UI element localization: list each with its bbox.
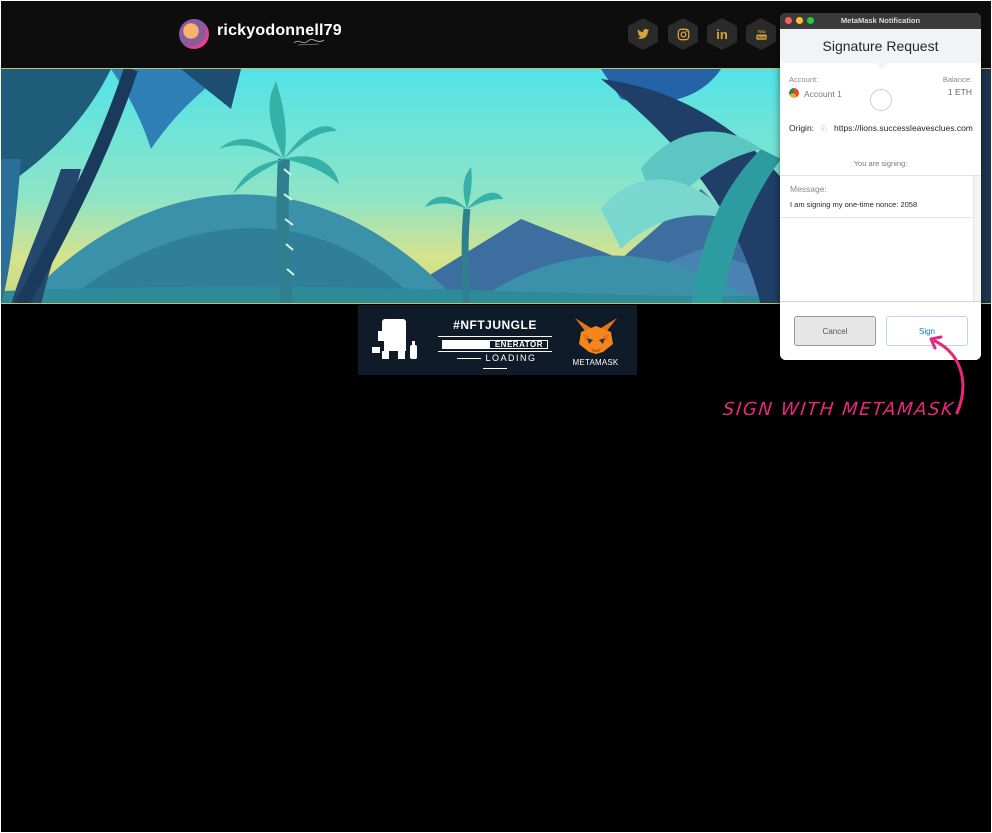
- loading-spinner-icon: [870, 89, 892, 111]
- cancel-button[interactable]: Cancel: [794, 316, 876, 346]
- twitter-icon[interactable]: [628, 18, 658, 50]
- annotation-caption: SIGN WITH METAMASK: [721, 399, 956, 420]
- origin-label: Origin:: [789, 123, 815, 133]
- progress-bar: ENERATOR: [442, 340, 548, 349]
- message-text: I am signing my one-time nonce: 2058: [790, 200, 918, 209]
- metamask-fox-icon: [575, 318, 617, 354]
- linkedin-glyph: in: [716, 26, 728, 42]
- progress-bar-text: ENERATOR: [494, 340, 543, 349]
- message-label: Message:: [790, 184, 827, 194]
- instagram-icon[interactable]: [668, 18, 698, 50]
- linkedin-icon[interactable]: in: [707, 18, 737, 50]
- page: rickyodonnell79 in You Tube #NFTJUNGLE E…: [1, 1, 991, 832]
- balance-label: Balance:: [942, 75, 972, 84]
- signing-label: You are signing:: [853, 159, 908, 168]
- robot-icon: [372, 319, 417, 359]
- window-titlebar: MetaMask Notification: [780, 13, 981, 29]
- nft-loading-badge: #NFTJUNGLE ENERATOR LOADING METAMASK: [358, 305, 637, 375]
- loading-label: LOADING: [438, 353, 552, 373]
- loader-frame: ENERATOR: [438, 336, 552, 352]
- site-icon: ♘: [820, 123, 829, 133]
- signature-flourish-icon: [293, 39, 325, 46]
- avatar[interactable]: [179, 19, 209, 49]
- svg-text:Tube: Tube: [756, 34, 766, 39]
- account-label: Account:: [789, 75, 819, 84]
- loader-hashtag: #NFTJUNGLE: [453, 318, 537, 332]
- signature-request-title: Signature Request: [780, 29, 981, 69]
- message-panel[interactable]: Message: I am signing my one-time nonce:…: [780, 175, 981, 302]
- window-title: MetaMask Notification: [840, 16, 921, 25]
- metamask-notification-window: MetaMask Notification Signature Request …: [780, 13, 981, 360]
- origin-url: https://lions.successleavesclues.com: [834, 123, 973, 133]
- svg-text:You: You: [757, 29, 765, 34]
- message-row: Message: I am signing my one-time nonce:…: [780, 176, 973, 218]
- metamask-label: METAMASK: [572, 358, 619, 367]
- account-avatar-icon: [789, 88, 799, 98]
- balance-value: 1 ETH: [947, 87, 972, 97]
- progress-bar-fill: [443, 341, 490, 348]
- account-name: Account 1: [804, 89, 842, 99]
- youtube-icon[interactable]: You Tube: [746, 18, 776, 50]
- message-scrollbar[interactable]: [973, 176, 981, 302]
